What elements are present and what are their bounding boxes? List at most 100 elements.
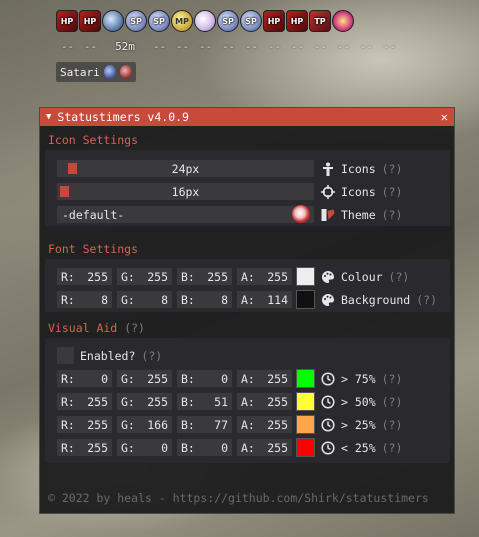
channel-input-b[interactable]: B: 51: [176, 392, 233, 411]
icon-size-slider[interactable]: 24px: [56, 159, 315, 178]
row-label-group: < 25% (?): [320, 438, 402, 457]
enabled-label-group: Enabled? (?): [80, 346, 162, 365]
help-marker[interactable]: (?): [382, 372, 403, 386]
mp-orb-icon: MP: [171, 10, 193, 32]
channel-key: G:: [121, 417, 135, 432]
color-swatch[interactable]: [296, 290, 315, 309]
blue-orb-icon: [102, 10, 124, 32]
pill-icon: [194, 10, 216, 32]
channel-input-a[interactable]: A: 255: [236, 267, 293, 286]
color-swatch[interactable]: [296, 438, 315, 457]
channel-value: 255: [87, 440, 108, 455]
buff-timer: --: [175, 40, 190, 53]
channel-key: A:: [241, 371, 255, 386]
target-name: Satari: [60, 65, 100, 79]
channel-input-g[interactable]: G: 255: [116, 392, 173, 411]
target-icon-size-value: 16px: [171, 184, 200, 199]
channel-input-a[interactable]: A: 255: [236, 438, 293, 457]
channel-key: R:: [61, 269, 75, 284]
channel-value: 255: [147, 269, 168, 284]
channel-input-g[interactable]: G: 255: [116, 369, 173, 388]
channel-input-r[interactable]: R: 255: [56, 438, 113, 457]
hp-potion-icon: HP: [286, 10, 308, 32]
copyright-icon: ©: [48, 491, 55, 505]
buff-timer: --: [267, 40, 282, 53]
row-label: > 75%: [341, 371, 376, 386]
help-marker[interactable]: (?): [382, 208, 403, 222]
channel-input-g[interactable]: G: 166: [116, 415, 173, 434]
tp-potion-icon: TP: [309, 10, 331, 32]
channel-input-r[interactable]: R: 255: [56, 415, 113, 434]
buff-timer: --: [336, 40, 351, 53]
channel-input-g[interactable]: G: 255: [116, 267, 173, 286]
channel-input-g[interactable]: G: 8: [116, 290, 173, 309]
target-icon-size-slider[interactable]: 16px: [56, 182, 315, 201]
buff-timer: --: [382, 40, 397, 53]
channel-key: R:: [61, 371, 75, 386]
collapse-triangle-icon[interactable]: ▼: [46, 112, 51, 122]
channel-key: G:: [121, 269, 135, 284]
channel-input-r[interactable]: R: 255: [56, 267, 113, 286]
buff-timer: --: [313, 40, 328, 53]
color-swatch[interactable]: [296, 415, 315, 434]
channel-value: 255: [147, 394, 168, 409]
help-marker[interactable]: (?): [382, 441, 403, 455]
target-buff-icon: [103, 65, 116, 79]
crosshair-icon: [320, 184, 335, 199]
channel-key: B:: [181, 371, 195, 386]
channel-key: R:: [61, 440, 75, 455]
channel-input-b[interactable]: B: 8: [176, 290, 233, 309]
enabled-checkbox[interactable]: [56, 346, 75, 365]
hp-potion-icon: HP: [263, 10, 285, 32]
window-titlebar[interactable]: ▼ Statustimers v4.0.9 ✕: [40, 108, 454, 126]
channel-key: B:: [181, 269, 195, 284]
channel-key: A:: [241, 292, 255, 307]
channel-input-r[interactable]: R: 8: [56, 290, 113, 309]
theme-preview-icon[interactable]: [292, 205, 310, 223]
help-marker[interactable]: (?): [141, 349, 162, 363]
color-swatch[interactable]: [296, 369, 315, 388]
channel-key: R:: [61, 394, 75, 409]
hp-potion-icon: HP: [79, 10, 101, 32]
buff-timer: --: [290, 40, 305, 53]
channel-input-b[interactable]: B: 0: [176, 438, 233, 457]
channel-value: 166: [147, 417, 168, 432]
statustimers-window: ▼ Statustimers v4.0.9 ✕ Icon Settings 24…: [39, 107, 455, 514]
channel-input-r[interactable]: R: 255: [56, 392, 113, 411]
help-marker[interactable]: (?): [382, 162, 403, 176]
row-label: > 50%: [341, 394, 376, 409]
channel-input-g[interactable]: G: 0: [116, 438, 173, 457]
buff-timers: -- -- 52m -- -- -- -- -- -- -- -- -- -- --: [56, 40, 416, 53]
channel-input-a[interactable]: A: 114: [236, 290, 293, 309]
channel-input-a[interactable]: A: 255: [236, 392, 293, 411]
buff-timer: --: [152, 40, 167, 53]
channel-value: 255: [267, 417, 288, 432]
help-marker[interactable]: (?): [382, 185, 403, 199]
close-icon[interactable]: ✕: [441, 110, 448, 124]
channel-input-r[interactable]: R: 0: [56, 369, 113, 388]
channel-input-b[interactable]: B: 77: [176, 415, 233, 434]
help-marker[interactable]: (?): [382, 395, 403, 409]
channel-key: B:: [181, 440, 195, 455]
color-swatch[interactable]: [296, 267, 315, 286]
channel-key: A:: [241, 269, 255, 284]
target-icon-size-label: Icons: [341, 184, 376, 199]
channel-key: G:: [121, 292, 135, 307]
channel-input-a[interactable]: A: 255: [236, 369, 293, 388]
theme-label: Theme: [341, 207, 376, 222]
channel-input-b[interactable]: B: 255: [176, 267, 233, 286]
help-marker[interactable]: (?): [382, 418, 403, 432]
channel-input-b[interactable]: B: 0: [176, 369, 233, 388]
theme-select[interactable]: -default-: [56, 205, 315, 224]
color-swatch[interactable]: [296, 392, 315, 411]
star-burst-icon: [332, 10, 354, 32]
channel-input-a[interactable]: A: 255: [236, 415, 293, 434]
help-marker[interactable]: (?): [124, 321, 145, 335]
sp-orb-icon: SP: [240, 10, 262, 32]
row-label-group: > 75% (?): [320, 369, 402, 388]
help-marker[interactable]: (?): [416, 293, 437, 307]
font-settings-header: Font Settings: [48, 242, 139, 256]
channel-key: A:: [241, 417, 255, 432]
help-marker[interactable]: (?): [389, 270, 410, 284]
footer: © 2022 by heals - https://github.com/Shi…: [48, 491, 429, 505]
